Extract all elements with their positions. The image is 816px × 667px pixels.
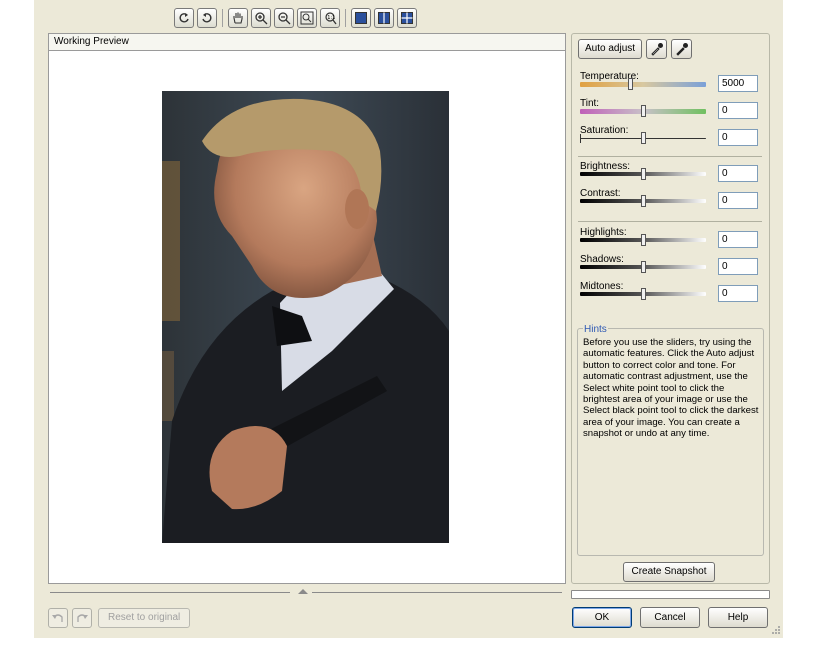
- saturation-control: Saturation: 0: [580, 125, 762, 151]
- toolbar: 1:1: [174, 7, 420, 29]
- zoom-in-button[interactable]: [251, 8, 271, 28]
- contrast-slider-thumb[interactable]: [641, 195, 646, 207]
- preview-image[interactable]: [162, 91, 449, 543]
- zoom-fit-icon: [300, 11, 314, 25]
- hints-box: Hints Before you use the sliders, try us…: [577, 324, 764, 556]
- temperature-slider-track[interactable]: [580, 82, 706, 87]
- zoom-fit-button[interactable]: [297, 8, 317, 28]
- temperature-value-input[interactable]: 5000: [718, 75, 758, 92]
- undo-button[interactable]: [48, 608, 68, 628]
- black-point-eyedropper-icon: [675, 43, 688, 56]
- resize-grip-icon[interactable]: [771, 625, 781, 635]
- preview-title: Working Preview: [49, 34, 565, 51]
- white-point-eyedropper-icon: [650, 43, 663, 56]
- zoom-in-icon: [255, 12, 268, 25]
- ok-button[interactable]: OK: [572, 607, 632, 628]
- rotate-right-icon: [202, 13, 212, 23]
- splitter-line: [50, 592, 290, 593]
- quad-view-icon: [401, 12, 413, 24]
- brightness-label: Brightness:: [580, 161, 631, 172]
- contrast-control: Contrast: 0: [580, 188, 762, 214]
- contrast-label: Contrast:: [580, 188, 621, 199]
- progress-bar: [571, 590, 770, 599]
- preview-photo-illustration: [162, 91, 449, 543]
- hints-text: Before you use the sliders, try using th…: [583, 337, 759, 440]
- help-button[interactable]: Help: [708, 607, 768, 628]
- tint-value-input[interactable]: 0: [718, 102, 758, 119]
- temperature-slider-thumb[interactable]: [628, 78, 633, 90]
- brightness-slider-thumb[interactable]: [641, 168, 646, 180]
- cancel-button[interactable]: Cancel: [640, 607, 700, 628]
- zoom-out-icon: [278, 12, 291, 25]
- zoom-actual-icon: 1:1: [325, 12, 337, 25]
- adjustment-panel: Auto adjust Temperature: 5000 Tint: 0 Sa…: [571, 33, 770, 584]
- single-view-icon: [355, 12, 367, 24]
- reset-to-original-button[interactable]: Reset to original: [98, 608, 191, 628]
- rotate-left-button[interactable]: [174, 8, 194, 28]
- highlights-slider-thumb[interactable]: [641, 234, 646, 246]
- rotate-right-button[interactable]: [197, 8, 217, 28]
- shadows-control: Shadows: 0: [580, 254, 762, 280]
- brightness-control: Brightness: 0: [580, 161, 762, 187]
- splitter-line: [312, 592, 562, 593]
- section-divider: [578, 156, 762, 157]
- highlights-label: Highlights:: [580, 227, 627, 238]
- white-point-button[interactable]: [646, 39, 668, 59]
- pan-button[interactable]: [228, 8, 248, 28]
- section-divider: [578, 221, 762, 222]
- temperature-control: Temperature: 5000: [580, 71, 762, 97]
- brightness-value-input[interactable]: 0: [718, 165, 758, 182]
- svg-text:1:1: 1:1: [327, 15, 335, 21]
- dialog-buttons: OK Cancel Help: [572, 607, 776, 628]
- saturation-label: Saturation:: [580, 125, 629, 136]
- tint-control: Tint: 0: [580, 98, 762, 124]
- splitter-up-arrow-icon[interactable]: [298, 589, 308, 594]
- preview-splitter[interactable]: [50, 589, 562, 596]
- shadows-value-input[interactable]: 0: [718, 258, 758, 275]
- shadows-slider-thumb[interactable]: [641, 261, 646, 273]
- saturation-track-start-tick: [580, 134, 581, 143]
- tint-label: Tint:: [580, 98, 600, 109]
- toolbar-separator: [345, 9, 346, 27]
- single-view-button[interactable]: [351, 8, 371, 28]
- image-adjustment-dialog: 1:1 Working Preview Reset to original Au…: [34, 0, 783, 638]
- zoom-actual-button[interactable]: 1:1: [320, 8, 340, 28]
- shadows-label: Shadows:: [580, 254, 624, 265]
- working-preview-pane[interactable]: Working Preview: [48, 33, 566, 584]
- split-view-icon: [378, 12, 390, 24]
- quad-view-button[interactable]: [397, 8, 417, 28]
- midtones-value-input[interactable]: 0: [718, 285, 758, 302]
- midtones-control: Midtones: 0: [580, 281, 762, 307]
- pan-hand-icon: [233, 12, 243, 24]
- rotate-left-icon: [179, 13, 189, 23]
- highlights-value-input[interactable]: 0: [718, 231, 758, 248]
- undo-icon: [52, 614, 63, 622]
- redo-button[interactable]: [72, 608, 92, 628]
- split-view-button[interactable]: [374, 8, 394, 28]
- contrast-value-input[interactable]: 0: [718, 192, 758, 209]
- toolbar-separator: [222, 9, 223, 27]
- black-point-button[interactable]: [671, 39, 693, 59]
- auto-adjust-button[interactable]: Auto adjust: [578, 39, 643, 59]
- midtones-label: Midtones:: [580, 281, 624, 292]
- saturation-slider-thumb[interactable]: [641, 132, 646, 144]
- hints-title: Hints: [583, 324, 608, 335]
- auto-tools: Auto adjust: [578, 39, 693, 59]
- midtones-slider-thumb[interactable]: [641, 288, 646, 300]
- create-snapshot-button[interactable]: Create Snapshot: [623, 562, 715, 582]
- saturation-value-input[interactable]: 0: [718, 129, 758, 146]
- highlights-control: Highlights: 0: [580, 227, 762, 253]
- tint-slider-thumb[interactable]: [641, 105, 646, 117]
- history-controls: Reset to original: [48, 608, 191, 628]
- redo-icon: [77, 614, 88, 622]
- zoom-out-button[interactable]: [274, 8, 294, 28]
